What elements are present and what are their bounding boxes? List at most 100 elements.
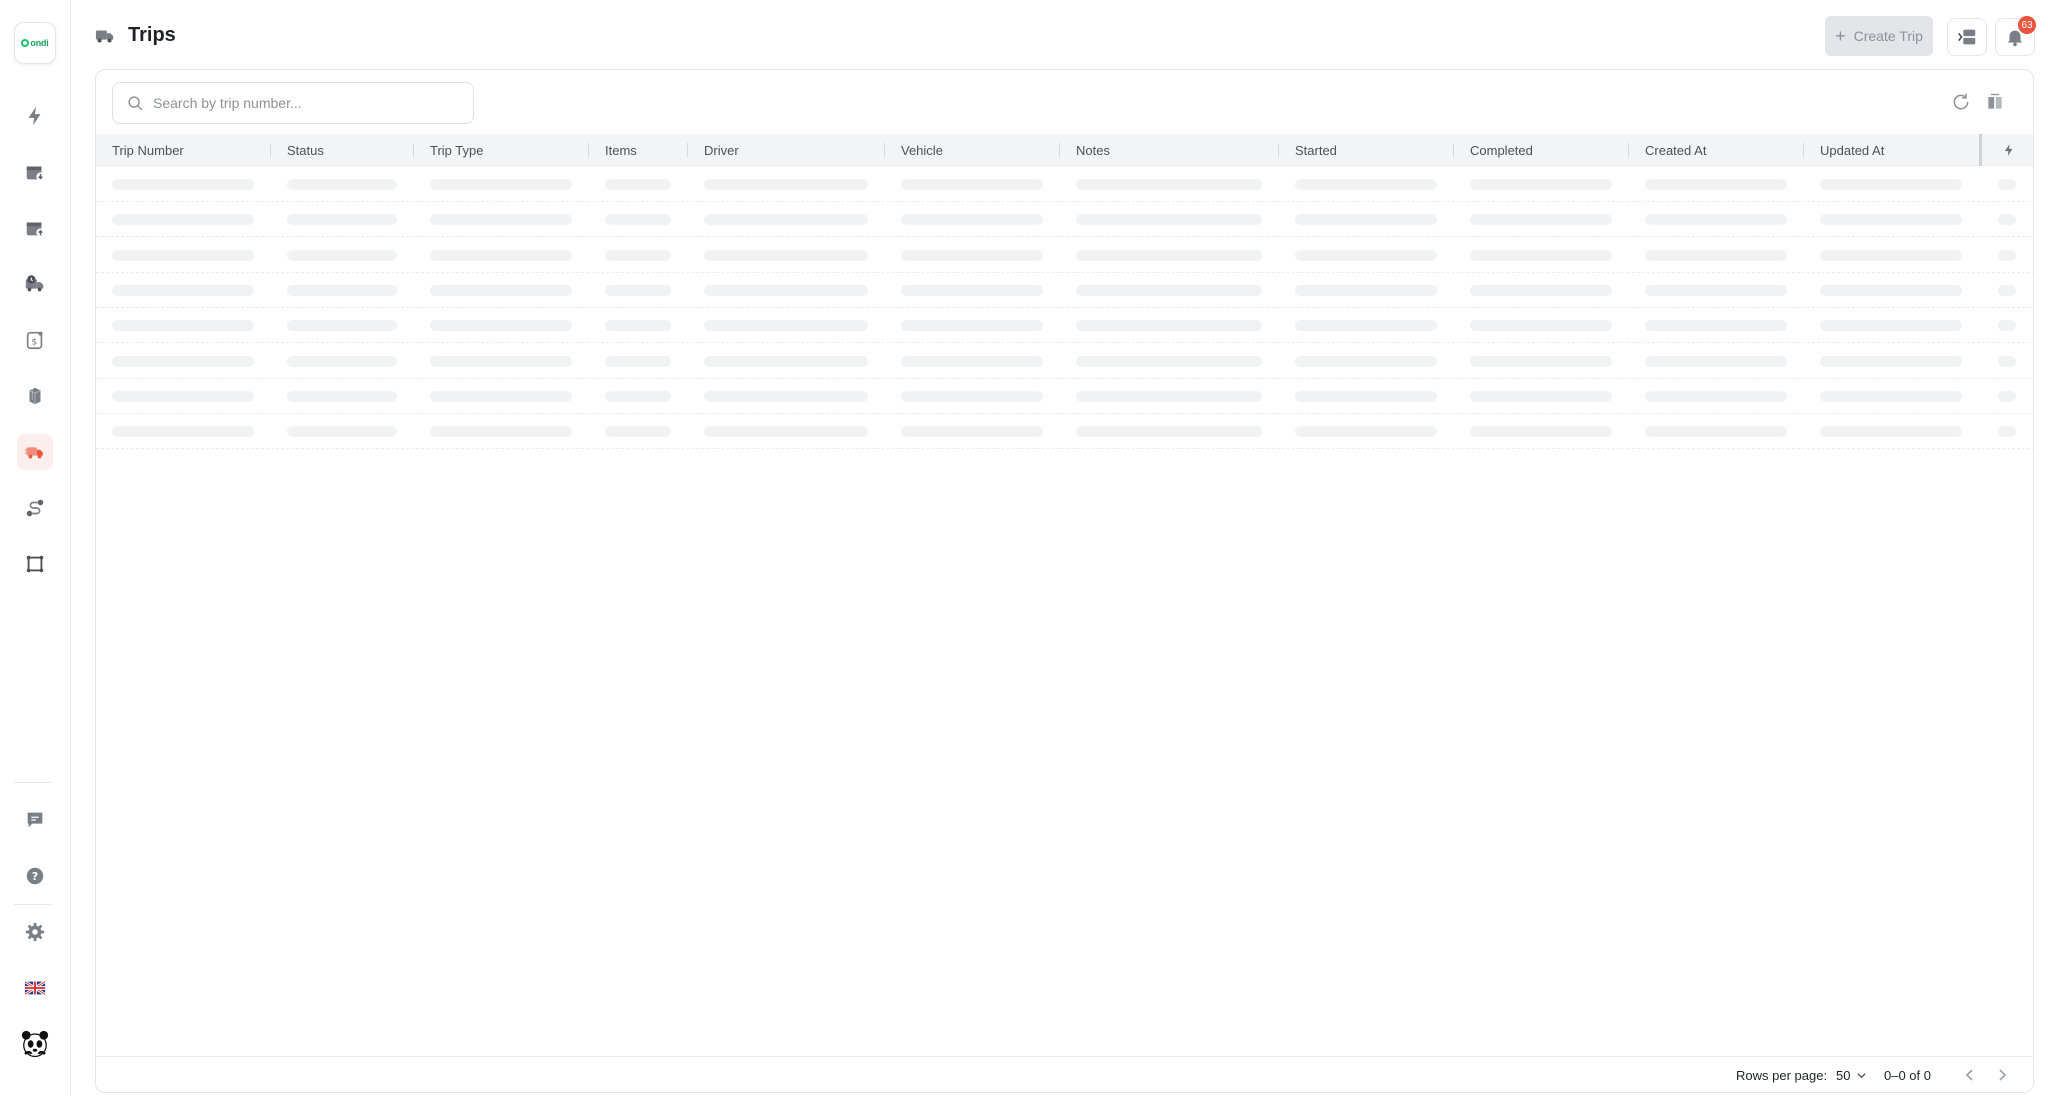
sidebar-item-help[interactable]: ? <box>17 858 53 894</box>
column-header-completed[interactable]: Completed <box>1470 134 1533 166</box>
sidebar-item-trips[interactable] <box>17 434 53 470</box>
skeleton-cell <box>430 426 572 438</box>
notifications-button[interactable]: 63 <box>1995 16 2036 56</box>
create-trip-button[interactable]: + Create Trip <box>1825 16 1933 56</box>
chevron-left-icon <box>1965 1069 1973 1081</box>
trips-panel: Trip Number Status Trip Type Items Drive… <box>95 69 2034 1093</box>
column-resizer[interactable] <box>1278 143 1279 157</box>
skeleton-cell <box>605 214 671 226</box>
sidebar-item-products[interactable] <box>17 378 53 414</box>
plus-icon: + <box>1835 26 1846 46</box>
skeleton-cell <box>1470 426 1612 438</box>
sidebar-item-settings[interactable] <box>17 914 53 950</box>
skeleton-cell <box>287 390 397 402</box>
search-box[interactable] <box>112 82 474 124</box>
column-header-driver[interactable]: Driver <box>704 134 739 166</box>
skeleton-cell <box>901 426 1043 438</box>
previous-page-button[interactable] <box>1961 1066 1979 1084</box>
column-resizer[interactable] <box>1628 143 1629 157</box>
page-header: Trips + Create Trip 63 <box>71 0 2048 70</box>
box-out-icon <box>26 222 45 237</box>
columns-button[interactable] <box>1983 90 2007 114</box>
sidebar-item-language[interactable] <box>17 970 53 1006</box>
refresh-button[interactable] <box>1949 90 1973 114</box>
skeleton-cell <box>1076 249 1262 261</box>
skeleton-cell <box>287 179 397 190</box>
skeleton-cell <box>112 426 254 438</box>
lightning-icon <box>28 106 41 126</box>
sidebar-item-inbound[interactable] <box>17 154 53 190</box>
skeleton-cell <box>605 355 671 367</box>
question-icon: ? <box>26 867 44 885</box>
rows-per-page-value: 50 <box>1836 1068 1851 1083</box>
skeleton-cell <box>112 214 254 226</box>
skeleton-cell <box>1470 284 1612 296</box>
rows-per-page-label: Rows per page: <box>1736 1068 1828 1083</box>
skeleton-cell <box>112 355 254 367</box>
truck-icon <box>24 447 43 459</box>
column-resizer[interactable] <box>1803 143 1804 157</box>
skeleton-cell <box>1470 179 1612 190</box>
column-resizer[interactable] <box>884 143 885 157</box>
app-logo[interactable]: ondi <box>14 22 56 64</box>
column-resizer[interactable] <box>687 143 688 157</box>
column-resizer[interactable] <box>1453 143 1454 157</box>
skeleton-cell <box>704 426 868 438</box>
next-page-button[interactable] <box>1993 1066 2011 1084</box>
column-header-status[interactable]: Status <box>287 134 324 166</box>
sidebar-item-deliveries[interactable] <box>17 266 53 302</box>
column-header-notes[interactable]: Notes <box>1076 134 1110 166</box>
skeleton-cell <box>1295 320 1437 332</box>
column-resizer[interactable] <box>1059 143 1060 157</box>
sidebar-item-account[interactable] <box>17 1026 53 1062</box>
invoice-icon: $ <box>26 331 43 350</box>
column-header-trip-type[interactable]: Trip Type <box>430 134 483 166</box>
skeleton-cell <box>901 214 1043 226</box>
skeleton-cell <box>605 320 671 332</box>
column-resizer[interactable] <box>270 143 271 157</box>
pagination-range: 0–0 of 0 <box>1884 1068 1931 1083</box>
refresh-icon <box>1953 93 1969 110</box>
sidebar-item-dashboard[interactable] <box>17 98 53 134</box>
skeleton-cell <box>1645 390 1787 402</box>
skeleton-cell <box>1076 179 1262 190</box>
actions-column-header[interactable] <box>1979 134 2033 166</box>
skeleton-cell <box>704 355 868 367</box>
skeleton-cell <box>287 426 397 438</box>
column-header-vehicle[interactable]: Vehicle <box>901 134 943 166</box>
sidebar-item-billing[interactable]: $ <box>17 322 53 358</box>
rows-per-page-select[interactable]: 50 <box>1836 1068 1867 1083</box>
sidebar-item-messages[interactable] <box>17 802 53 838</box>
skeleton-cell <box>1295 355 1437 367</box>
skeleton-cell <box>1998 320 2016 332</box>
skeleton-cell <box>1076 390 1262 402</box>
skeleton-cell <box>1998 355 2016 367</box>
skeleton-cell <box>704 249 868 261</box>
notification-badge: 63 <box>2018 16 2036 34</box>
column-header-trip-number[interactable]: Trip Number <box>112 134 184 166</box>
sidebar-item-warehouse[interactable] <box>17 546 53 582</box>
skeleton-cell <box>1820 284 1962 296</box>
sidebar-item-outbound[interactable] <box>17 210 53 246</box>
search-input[interactable] <box>153 95 453 111</box>
column-header-started[interactable]: Started <box>1295 134 1337 166</box>
skeleton-cell <box>704 284 868 296</box>
chevron-down-icon <box>1857 1073 1867 1079</box>
skeleton-cell <box>901 249 1043 261</box>
skeleton-cell <box>1645 320 1787 332</box>
skeleton-cell <box>1998 426 2016 438</box>
column-resizer[interactable] <box>413 143 414 157</box>
column-resizer[interactable] <box>588 143 589 157</box>
skeleton-cell <box>1820 214 1962 226</box>
box-in-icon <box>26 166 45 181</box>
skeleton-cell <box>605 249 671 261</box>
skeleton-cell <box>901 179 1043 190</box>
skeleton-cell <box>430 390 572 402</box>
column-header-items[interactable]: Items <box>605 134 637 166</box>
skeleton-cell <box>1820 390 1962 402</box>
column-header-updated-at[interactable]: Updated At <box>1820 134 1884 166</box>
column-header-created-at[interactable]: Created At <box>1645 134 1706 166</box>
toggle-panel-button[interactable] <box>1947 18 1987 56</box>
sidebar-item-routes[interactable] <box>17 490 53 526</box>
skeleton-cell <box>704 390 868 402</box>
